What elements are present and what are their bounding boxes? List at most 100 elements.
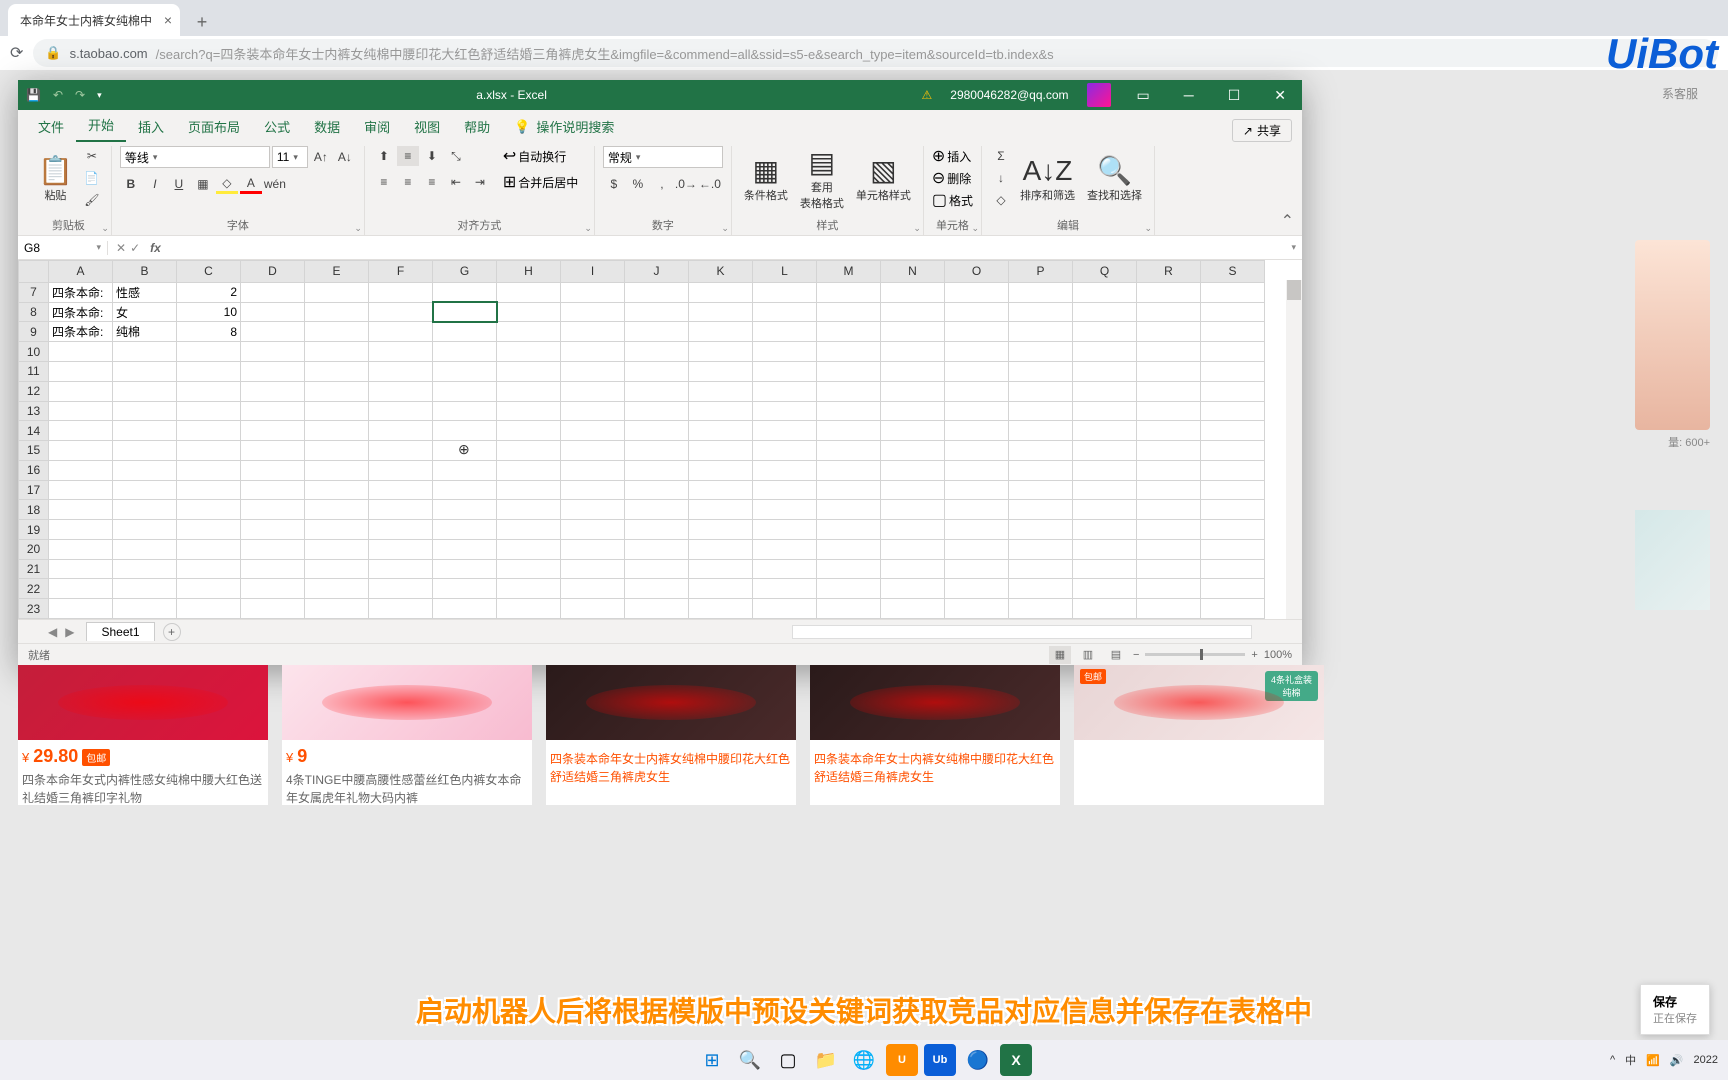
cell[interactable] [241, 381, 305, 401]
cell[interactable] [945, 520, 1009, 540]
cell[interactable] [1137, 579, 1201, 599]
cell[interactable] [1201, 401, 1265, 421]
cell[interactable] [689, 599, 753, 619]
cell[interactable] [945, 539, 1009, 559]
cell[interactable] [433, 282, 497, 302]
cell[interactable] [881, 559, 945, 579]
cell[interactable] [177, 480, 241, 500]
cell[interactable] [177, 599, 241, 619]
cell[interactable] [113, 381, 177, 401]
cell[interactable] [1073, 421, 1137, 441]
cell[interactable] [1137, 401, 1201, 421]
cell[interactable] [1073, 342, 1137, 362]
cell[interactable] [497, 520, 561, 540]
tell-me[interactable]: 💡 操作说明搜索 [502, 111, 626, 142]
cell[interactable] [561, 282, 625, 302]
cell[interactable] [1009, 421, 1073, 441]
cell[interactable] [625, 480, 689, 500]
cell[interactable] [433, 401, 497, 421]
row-header[interactable]: 13 [19, 401, 49, 421]
cell[interactable] [1201, 480, 1265, 500]
cell[interactable] [433, 342, 497, 362]
cell[interactable] [817, 322, 881, 342]
tab-view[interactable]: 视图 [402, 111, 452, 142]
horizontal-scrollbar[interactable] [792, 625, 1252, 639]
cell[interactable] [1201, 441, 1265, 461]
cell[interactable] [945, 480, 1009, 500]
sheet-nav-prev-icon[interactable]: ◀ [48, 625, 57, 639]
align-top-icon[interactable]: ⬆ [373, 146, 395, 166]
cell[interactable] [625, 520, 689, 540]
cell[interactable] [241, 559, 305, 579]
decrease-font-icon[interactable]: A↓ [334, 147, 356, 167]
cell[interactable] [305, 362, 369, 382]
indent-dec-icon[interactable]: ⇤ [445, 172, 467, 192]
cell[interactable] [1009, 520, 1073, 540]
cell[interactable] [689, 480, 753, 500]
cell[interactable] [561, 362, 625, 382]
cell[interactable] [625, 342, 689, 362]
cell[interactable] [177, 460, 241, 480]
enter-formula-icon[interactable]: ✓ [130, 241, 140, 255]
collapse-ribbon-icon[interactable]: ⌃ [1281, 211, 1294, 231]
cell[interactable] [753, 559, 817, 579]
cell[interactable] [497, 362, 561, 382]
cell[interactable] [1073, 480, 1137, 500]
wrap-text-button[interactable]: ↩自动换行 [503, 146, 578, 166]
wifi-icon[interactable]: 📶 [1646, 1054, 1660, 1067]
row-header[interactable]: 8 [19, 302, 49, 322]
tab-home[interactable]: 开始 [76, 109, 126, 142]
row-header[interactable]: 20 [19, 539, 49, 559]
uibot-icon[interactable]: Ub [924, 1044, 956, 1076]
cell[interactable] [561, 381, 625, 401]
product-card[interactable]: ¥ 9 4条TINGE中腰高腰性感蕾丝红色内裤女本命年女属虎年礼物大码内裤 [282, 665, 532, 805]
vertical-scrollbar[interactable] [1286, 280, 1302, 619]
column-header[interactable]: N [881, 261, 945, 283]
cell[interactable]: 10 [177, 302, 241, 322]
cell[interactable] [689, 302, 753, 322]
row-header[interactable]: 9 [19, 322, 49, 342]
cell[interactable] [689, 362, 753, 382]
cell[interactable] [369, 539, 433, 559]
cell[interactable] [881, 421, 945, 441]
cell[interactable] [689, 322, 753, 342]
cell[interactable] [1073, 381, 1137, 401]
cell[interactable] [1009, 282, 1073, 302]
cell[interactable] [177, 401, 241, 421]
redo-icon[interactable]: ↷ [75, 88, 85, 102]
cell[interactable] [497, 480, 561, 500]
zoom-out-icon[interactable]: − [1133, 649, 1139, 661]
cell[interactable] [369, 342, 433, 362]
cell[interactable] [49, 520, 113, 540]
dec-decimal-icon[interactable]: ←.0 [699, 174, 721, 194]
product-image[interactable] [282, 665, 532, 740]
tab-insert[interactable]: 插入 [126, 111, 176, 142]
cell[interactable] [689, 579, 753, 599]
cell[interactable] [817, 539, 881, 559]
cell[interactable] [1009, 401, 1073, 421]
cell[interactable] [689, 421, 753, 441]
cell[interactable] [49, 342, 113, 362]
app-icon[interactable]: U [886, 1044, 918, 1076]
column-header[interactable]: K [689, 261, 753, 283]
cell[interactable] [497, 302, 561, 322]
cell[interactable] [497, 342, 561, 362]
cell[interactable] [305, 282, 369, 302]
cell[interactable] [369, 322, 433, 342]
warning-icon[interactable]: ⚠ [922, 88, 933, 102]
tab-help[interactable]: 帮助 [452, 111, 502, 142]
cell[interactable] [369, 421, 433, 441]
column-header[interactable]: I [561, 261, 625, 283]
cell[interactable] [305, 401, 369, 421]
cell[interactable] [817, 559, 881, 579]
underline-button[interactable]: U [168, 174, 190, 194]
cell[interactable] [817, 500, 881, 520]
row-header[interactable]: 14 [19, 421, 49, 441]
tab-data[interactable]: 数据 [302, 111, 352, 142]
cell[interactable] [945, 500, 1009, 520]
cell[interactable] [1073, 579, 1137, 599]
name-box[interactable]: G8 [18, 241, 108, 255]
cell[interactable] [49, 559, 113, 579]
product-image[interactable]: 4条礼盒装 纯棉 包邮 [1074, 665, 1324, 740]
column-header[interactable]: C [177, 261, 241, 283]
